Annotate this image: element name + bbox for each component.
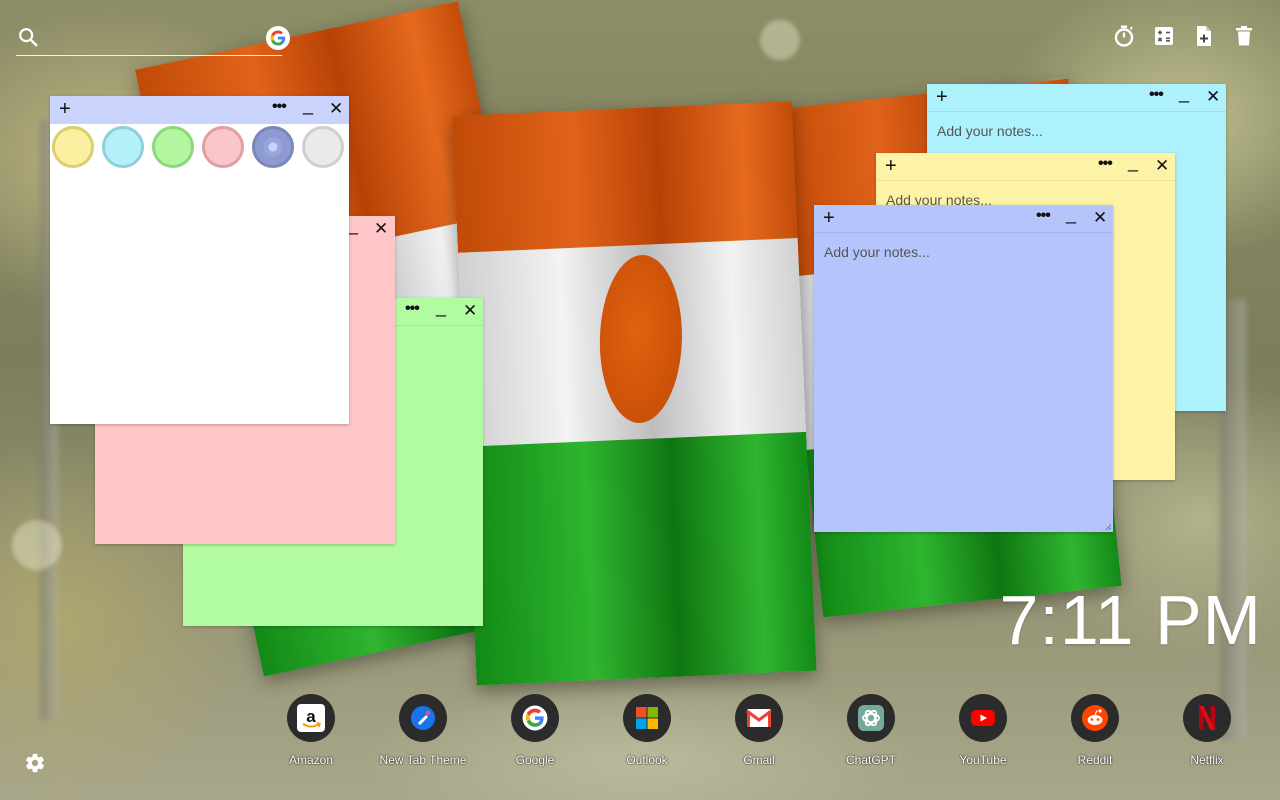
reddit-icon — [1082, 705, 1108, 731]
shortcut-label: YouTube — [959, 753, 1007, 767]
shortcut-icon-bg: a — [287, 694, 335, 742]
shortcut-label: Gmail — [743, 753, 775, 767]
google-search-button[interactable] — [266, 26, 290, 50]
minimize-icon[interactable]: _ — [1179, 80, 1189, 106]
add-note-icon[interactable]: + — [823, 206, 835, 230]
search-bar — [16, 22, 290, 56]
flag-image-center — [452, 101, 817, 686]
shortcut-outlook[interactable]: Outlook — [597, 694, 697, 774]
header-divider — [927, 111, 1226, 112]
more-options-icon[interactable]: ••• — [405, 298, 420, 320]
header-divider — [876, 180, 1175, 181]
note-header: + ••• _ ✕ — [814, 204, 1113, 233]
gmail-icon — [746, 709, 772, 727]
google-icon — [270, 30, 286, 46]
shortcut-label: ChatGPT — [845, 753, 896, 767]
shortcut-icon-bg — [623, 694, 671, 742]
close-icon[interactable]: ✕ — [1093, 207, 1107, 229]
add-note-icon[interactable]: + — [59, 97, 71, 121]
wallpaper-spot — [12, 520, 62, 570]
resize-handle[interactable] — [1105, 524, 1111, 530]
note-header: + ••• _ ✕ — [927, 83, 1226, 112]
wallpaper-spot — [760, 20, 800, 60]
shortcut-reddit[interactable]: Reddit — [1045, 694, 1145, 774]
add-note-icon[interactable]: + — [936, 85, 948, 109]
sticky-note-blue[interactable]: + ••• _ ✕ Add your notes... — [814, 204, 1113, 532]
new-tab-theme-icon — [411, 706, 435, 730]
note-header: + ••• _ ✕ — [876, 152, 1175, 181]
clock: 7:11 PM — [999, 581, 1262, 659]
color-swatch-white[interactable] — [302, 126, 344, 168]
shortcut-new-tab-theme[interactable]: New Tab Theme — [373, 694, 473, 774]
shortcut-gmail[interactable]: Gmail — [709, 694, 809, 774]
chatgpt-icon — [858, 705, 884, 731]
more-options-icon[interactable]: ••• — [1098, 153, 1113, 175]
new-note-icon[interactable] — [1192, 24, 1216, 48]
minimize-icon[interactable]: _ — [436, 294, 446, 320]
close-icon[interactable]: ✕ — [1155, 155, 1169, 177]
youtube-icon — [971, 710, 995, 726]
sticky-note-white[interactable]: + ••• _ ✕ — [50, 95, 350, 424]
outlook-icon — [636, 707, 658, 729]
color-swatch-green[interactable] — [152, 126, 194, 168]
shortcut-icon-bg — [959, 694, 1007, 742]
trash-icon[interactable] — [1232, 24, 1256, 48]
add-note-icon[interactable]: + — [885, 154, 897, 178]
shortcut-netflix[interactable]: Netflix — [1157, 694, 1257, 774]
color-palette — [50, 124, 350, 176]
search-icon[interactable] — [17, 26, 39, 48]
color-swatch-pink[interactable] — [202, 126, 244, 168]
shortcut-icon-bg — [847, 694, 895, 742]
amazon-icon: a — [297, 704, 325, 732]
note-placeholder[interactable]: Add your notes... — [824, 244, 930, 260]
note-placeholder[interactable]: Add your notes... — [937, 123, 1043, 139]
shortcut-amazon[interactable]: a Amazon — [261, 694, 361, 774]
shortcut-icon-bg — [735, 694, 783, 742]
more-options-icon[interactable]: ••• — [1149, 84, 1164, 106]
minimize-icon[interactable]: _ — [303, 92, 313, 118]
shortcut-icon-bg — [1183, 694, 1231, 742]
shortcut-icon-bg — [399, 694, 447, 742]
close-icon[interactable]: ✕ — [329, 98, 343, 120]
shortcut-label: New Tab Theme — [379, 753, 467, 767]
minimize-icon[interactable]: _ — [1066, 201, 1076, 227]
minimize-icon[interactable]: _ — [348, 212, 358, 238]
header-divider — [814, 232, 1113, 233]
shortcut-youtube[interactable]: YouTube — [933, 694, 1033, 774]
shortcut-label: Netflix — [1190, 753, 1224, 767]
svg-text:a: a — [306, 707, 316, 726]
minimize-icon[interactable]: _ — [1128, 149, 1138, 175]
google-icon — [522, 705, 548, 731]
shortcut-chatgpt[interactable]: ChatGPT — [821, 694, 921, 774]
search-input[interactable] — [50, 24, 249, 52]
settings-gear-icon[interactable] — [24, 752, 46, 774]
calculator-icon[interactable] — [1152, 24, 1176, 48]
shortcut-label: Reddit — [1077, 753, 1113, 767]
color-swatch-cyan[interactable] — [102, 126, 144, 168]
note-header: + ••• _ ✕ — [50, 95, 349, 124]
more-options-icon[interactable]: ••• — [1036, 205, 1051, 227]
shortcut-label: Amazon — [288, 753, 334, 767]
shortcut-icon-bg — [511, 694, 559, 742]
color-swatch-blue-selected[interactable] — [252, 126, 294, 168]
flag-emblem — [597, 253, 685, 424]
close-icon[interactable]: ✕ — [1206, 86, 1220, 108]
shortcut-icon-bg — [1071, 694, 1119, 742]
shortcut-google[interactable]: Google — [485, 694, 585, 774]
shortcut-label: Outlook — [626, 753, 668, 767]
more-options-icon[interactable]: ••• — [272, 96, 287, 118]
color-swatch-yellow[interactable] — [52, 126, 94, 168]
timer-icon[interactable] — [1112, 24, 1136, 48]
close-icon[interactable]: ✕ — [374, 218, 388, 240]
netflix-icon — [1199, 706, 1215, 730]
close-icon[interactable]: ✕ — [463, 300, 477, 322]
shortcut-label: Google — [515, 753, 555, 767]
